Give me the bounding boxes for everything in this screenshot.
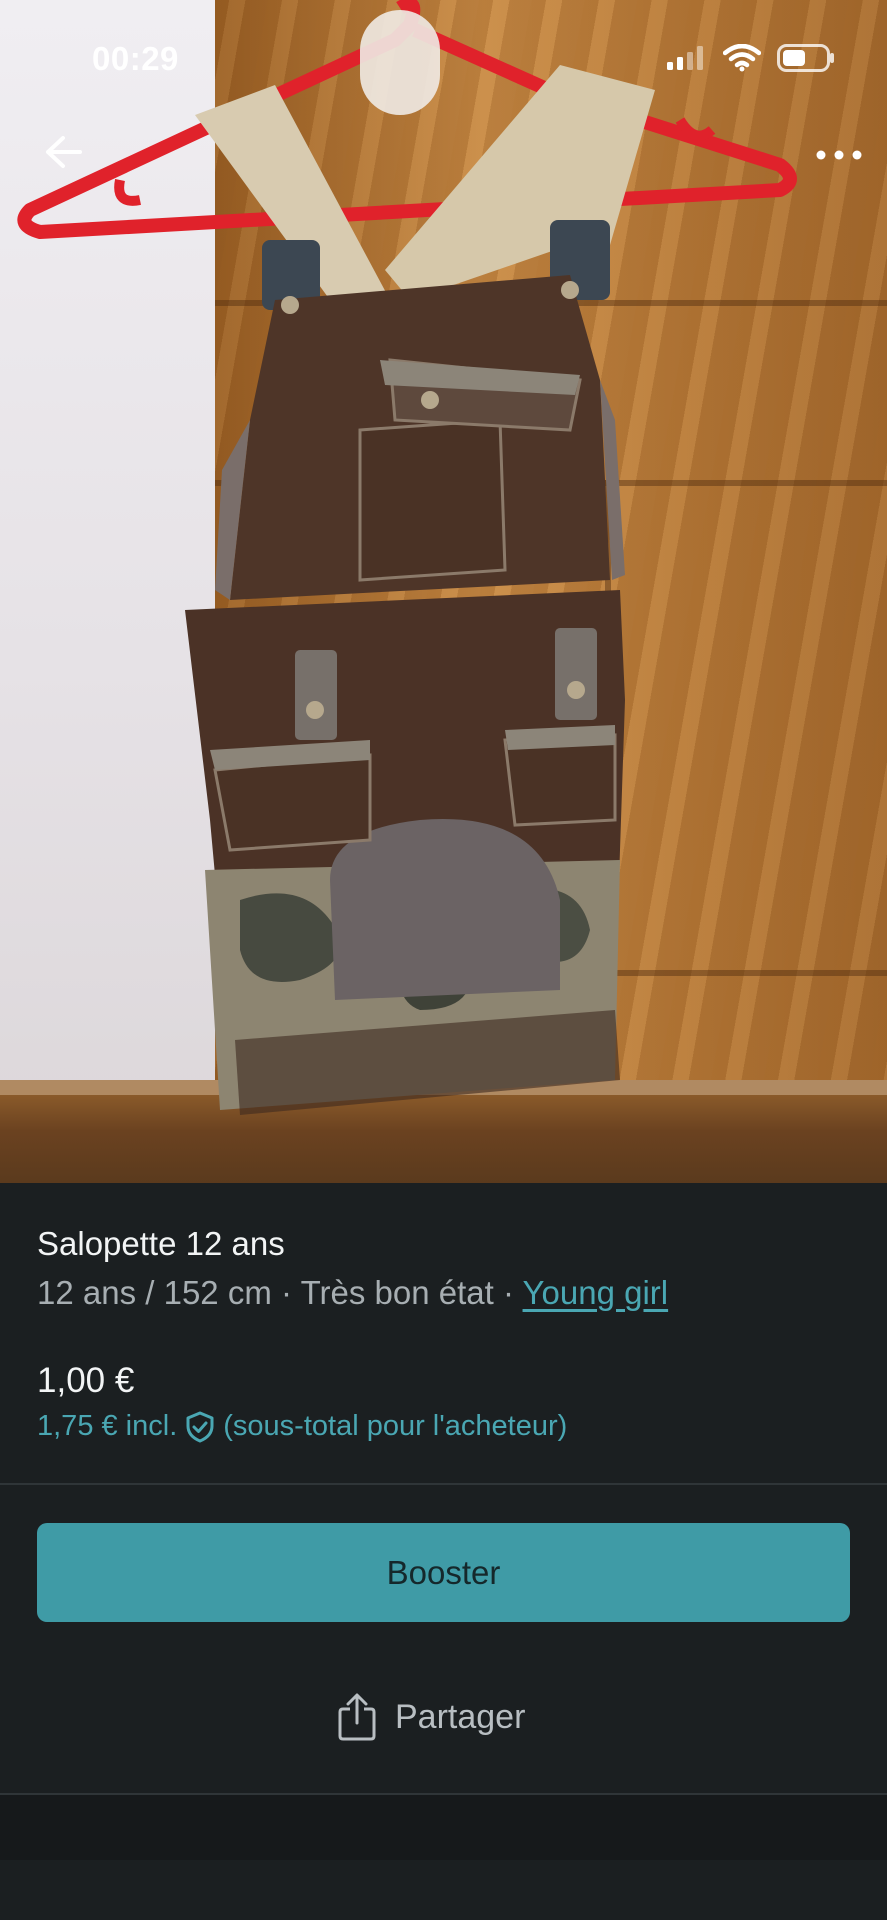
status-time: 00:29 [92,40,179,77]
share-button[interactable]: Partager [337,1693,525,1741]
more-horizontal-icon [816,150,862,160]
more-options-button[interactable] [809,130,869,180]
battery-icon [777,44,834,72]
arrow-left-icon [46,136,82,168]
item-condition: Très bon état [300,1274,494,1311]
price-incl-value: 1,75 € incl. [37,1410,178,1442]
item-details: 12 ans / 152 cm · Très bon état · Young … [37,1274,668,1312]
item-brand-link[interactable]: Young girl [523,1274,669,1311]
wifi-icon [723,44,761,72]
divider [0,1483,887,1485]
share-icon [338,1693,376,1741]
separator: · [502,1274,514,1311]
price-incl-note: (sous-total pour l'acheteur) [223,1410,568,1442]
item-title: Salopette 12 ans [37,1225,285,1262]
back-button[interactable] [28,124,98,180]
item-size: 12 ans / 152 cm [37,1274,272,1311]
buyer-protection-price[interactable]: 1,75 € incl. (sous-total pour l'acheteur… [37,1410,567,1443]
item-price: 1,00 € [37,1361,135,1400]
share-label: Partager [395,1697,526,1736]
separator: · [280,1274,292,1311]
overall-dress-image [185,65,655,1115]
booster-button[interactable]: Booster [37,1523,850,1622]
shield-check-icon [186,1411,214,1442]
status-bar: 00:29 [0,0,887,110]
signal-icon [667,46,703,70]
bottom-area [0,1795,887,1860]
item-photo[interactable] [0,0,887,1183]
item-info: Salopette 12 ans 12 ans / 152 cm · Très … [0,1183,887,1483]
